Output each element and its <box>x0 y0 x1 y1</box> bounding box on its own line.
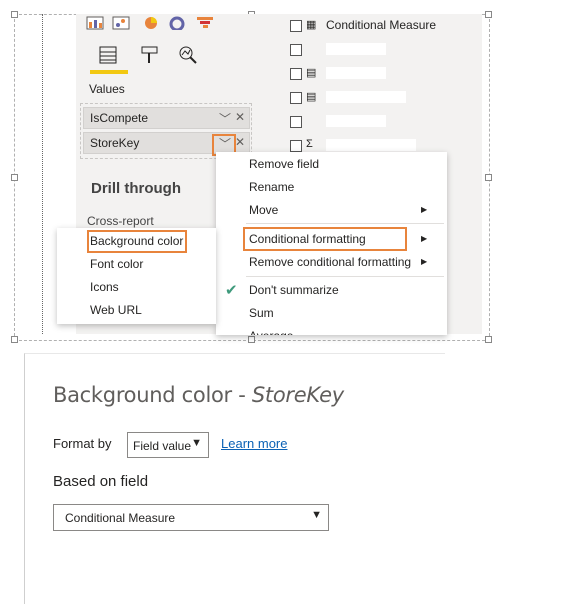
submenu-arrow-icon: ▶ <box>421 234 428 243</box>
well-field-label: IsCompete <box>90 111 149 125</box>
analytics-magnifier-icon[interactable] <box>177 44 199 66</box>
chevron-down-icon[interactable]: ﹀ <box>219 110 231 127</box>
menu-separator <box>246 276 444 277</box>
caret-down-icon: ▼ <box>191 437 202 449</box>
menu-item-average[interactable]: Average <box>249 329 293 335</box>
dialog-title: Background color - StoreKey <box>53 383 344 407</box>
well-field-label: StoreKey <box>90 136 140 150</box>
field-checkbox[interactable] <box>290 68 302 80</box>
submenu-arrow-icon: ▶ <box>421 205 428 214</box>
gauge-visual-icon[interactable] <box>168 16 186 30</box>
drill-through-title: Drill through <box>91 180 181 197</box>
format-paint-roller-icon[interactable] <box>139 44 161 66</box>
close-icon[interactable]: ✕ <box>235 110 245 124</box>
field-checkbox[interactable] <box>290 116 302 128</box>
submenu-item-web-url[interactable]: Web URL <box>90 303 142 317</box>
format-by-select[interactable]: Field value ▼ <box>127 432 209 458</box>
resize-handle[interactable] <box>485 11 492 18</box>
background-color-highlight-box <box>87 230 187 253</box>
caret-down-icon: ▼ <box>311 509 322 521</box>
field-checkbox[interactable] <box>290 20 302 32</box>
menu-item-rename[interactable]: Rename <box>249 180 294 194</box>
menu-item-remove-field[interactable]: Remove field <box>249 157 319 171</box>
canvas-guide-line <box>42 14 43 334</box>
conditional-formatting-highlight-box <box>243 227 407 251</box>
values-well-label: Values <box>89 82 125 96</box>
scatter-visual-icon[interactable] <box>112 16 130 30</box>
date-table-icon: ▤ <box>306 67 317 79</box>
matrix-visual-icon[interactable] <box>86 16 104 30</box>
redacted-field-name <box>326 139 416 151</box>
menu-separator <box>246 223 444 224</box>
cross-report-label: Cross-report <box>87 214 154 228</box>
redacted-field-name <box>326 43 386 55</box>
checkmark-icon: ✔ <box>225 282 238 299</box>
date-table-icon: ▤ <box>306 91 317 103</box>
active-tab-underline <box>90 70 128 74</box>
submenu-item-font-color[interactable]: Font color <box>90 257 143 271</box>
calculator-icon: ▦ <box>306 19 317 31</box>
funnel-visual-icon[interactable] <box>196 16 214 30</box>
resize-handle[interactable] <box>11 11 18 18</box>
format-by-value: Field value <box>133 439 192 453</box>
redacted-field-name <box>326 67 386 79</box>
fields-tab-icon[interactable] <box>97 44 119 66</box>
resize-handle[interactable] <box>485 336 492 343</box>
field-checkbox[interactable] <box>290 92 302 104</box>
close-icon[interactable]: ✕ <box>235 135 245 149</box>
menu-item-move[interactable]: Move <box>249 203 278 217</box>
sigma-icon: Σ <box>306 138 313 150</box>
based-on-field-label: Based on field <box>53 473 149 490</box>
resize-handle[interactable] <box>248 336 255 343</box>
resize-handle[interactable] <box>11 336 18 343</box>
based-on-field-value: Conditional Measure <box>65 511 176 525</box>
field-checkbox[interactable] <box>290 44 302 56</box>
submenu-item-icons[interactable]: Icons <box>90 280 119 294</box>
field-name: Conditional Measure <box>326 18 437 32</box>
redacted-field-name <box>326 115 386 127</box>
dialog-title-prefix: Background color - <box>53 383 252 407</box>
pie-visual-icon[interactable] <box>142 16 160 30</box>
menu-item-remove-conditional-formatting[interactable]: Remove conditional formatting <box>249 255 411 269</box>
well-field-iscompete[interactable]: IsCompete ﹀ ✕ <box>83 107 250 129</box>
resize-handle[interactable] <box>11 174 18 181</box>
resize-handle[interactable] <box>485 174 492 181</box>
menu-item-sum[interactable]: Sum <box>249 306 274 320</box>
format-by-label: Format by <box>53 436 112 451</box>
based-on-field-select[interactable]: Conditional Measure ▼ <box>53 504 329 531</box>
redacted-field-name <box>326 91 406 103</box>
learn-more-link[interactable]: Learn more <box>221 436 287 451</box>
submenu-arrow-icon: ▶ <box>421 257 428 266</box>
field-checkbox[interactable] <box>290 140 302 152</box>
menu-item-dont-summarize[interactable]: Don't summarize <box>249 283 339 297</box>
dialog-title-field: StoreKey <box>251 383 344 407</box>
